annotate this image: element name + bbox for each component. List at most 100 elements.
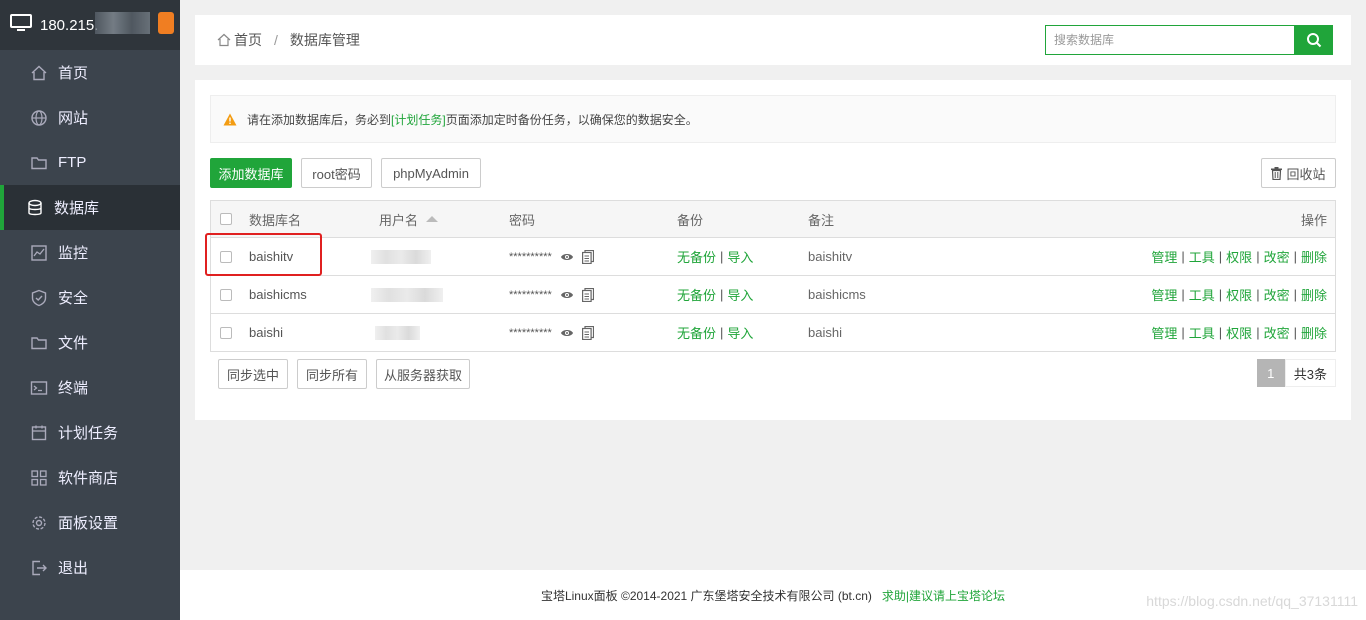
breadcrumb-separator: / <box>274 32 278 48</box>
db-name[interactable]: baishi <box>249 314 283 351</box>
backup-separator: | <box>720 287 724 302</box>
redacted-username <box>371 249 431 264</box>
server-ip: 180.215. <box>40 16 99 34</box>
cron-task-link[interactable]: [计划任务] <box>391 111 446 128</box>
row-checkbox[interactable] <box>220 288 232 301</box>
search-button[interactable] <box>1295 25 1333 55</box>
op-tools-link[interactable]: 工具 <box>1189 323 1215 342</box>
sidebar-item-calendar[interactable]: 计划任务 <box>0 410 180 455</box>
import-link[interactable]: 导入 <box>727 285 753 304</box>
notification-badge[interactable] <box>158 12 174 34</box>
watermark: https://blog.csdn.net/qq_37131111 <box>1146 593 1358 609</box>
eye-icon[interactable] <box>560 290 574 300</box>
copy-icon[interactable] <box>581 325 594 340</box>
search-icon <box>1306 32 1322 48</box>
import-link[interactable]: 导入 <box>727 247 753 266</box>
op-permission-link[interactable]: 权限 <box>1226 247 1252 266</box>
add-database-button[interactable]: 添加数据库 <box>210 158 292 188</box>
row-checkbox[interactable] <box>220 250 232 263</box>
select-all-checkbox[interactable] <box>220 213 232 225</box>
header-name[interactable]: 数据库名 <box>249 201 301 237</box>
sidebar-item-gear[interactable]: 面板设置 <box>0 500 180 545</box>
globe-icon <box>30 109 48 127</box>
op-delete-link[interactable]: 删除 <box>1301 285 1327 304</box>
header-user-label: 用户名 <box>379 212 419 228</box>
op-delete-link[interactable]: 删除 <box>1301 323 1327 342</box>
forum-link[interactable]: 求助|建议请上宝塔论坛 <box>882 587 1005 604</box>
search-input[interactable] <box>1045 25 1295 55</box>
ops-separator: | <box>1293 249 1297 264</box>
breadcrumb-home[interactable]: 首页 <box>217 30 262 50</box>
page-current[interactable]: 1 <box>1256 359 1285 387</box>
folder-icon <box>30 334 48 352</box>
op-manage-link[interactable]: 管理 <box>1151 285 1177 304</box>
op-permission-link[interactable]: 权限 <box>1226 323 1252 342</box>
op-tools-link[interactable]: 工具 <box>1189 247 1215 266</box>
op-manage-link[interactable]: 管理 <box>1151 323 1177 342</box>
op-manage-link[interactable]: 管理 <box>1151 247 1177 266</box>
sidebar-item-database[interactable]: 数据库 <box>0 185 180 230</box>
ops-separator: | <box>1218 287 1223 302</box>
db-name[interactable]: baishicms <box>249 276 307 313</box>
masked-password: ********** <box>509 250 552 263</box>
backup-separator: | <box>720 249 724 264</box>
ops-separator: | <box>1256 287 1260 302</box>
header-user[interactable]: 用户名 <box>379 201 439 237</box>
phpmyadmin-button[interactable]: phpMyAdmin <box>381 158 481 188</box>
table-row: baishicms ********** 无备份 | 导入 baishicms 管理 | 工具 |… <box>211 275 1335 313</box>
recycle-bin-button[interactable]: 回收站 <box>1261 158 1336 188</box>
sidebar-item-terminal[interactable]: 终端 <box>0 365 180 410</box>
sidebar-item-label: FTP <box>58 154 87 171</box>
op-permission-link[interactable]: 权限 <box>1226 285 1252 304</box>
backup-link[interactable]: 无备份 <box>677 323 716 342</box>
sort-up-icon[interactable] <box>426 216 439 222</box>
sidebar-item-folder[interactable]: 文件 <box>0 320 180 365</box>
eye-icon[interactable] <box>560 252 574 262</box>
row-checkbox[interactable] <box>220 326 232 339</box>
sidebar-item-globe[interactable]: 网站 <box>0 95 180 140</box>
recycle-bin-label: 回收站 <box>1286 166 1326 182</box>
sidebar-item-home[interactable]: 首页 <box>0 50 180 95</box>
ops-separator: | <box>1293 287 1297 302</box>
copy-icon[interactable] <box>581 287 594 302</box>
backup-link[interactable]: 无备份 <box>677 285 716 304</box>
backup-link[interactable]: 无备份 <box>677 247 716 266</box>
db-note[interactable]: baishicms <box>808 276 866 313</box>
footer-copyright: 宝塔Linux面板 ©2014-2021 广东堡塔安全技术有限公司 (bt.cn… <box>540 588 872 603</box>
sidebar-item-monitor[interactable]: 监控 <box>0 230 180 275</box>
database-panel: 请在添加数据库后，务必到 [计划任务] 页面添加定时备份任务，以确保您的数据安全… <box>195 80 1351 420</box>
sidebar-item-logout[interactable]: 退出 <box>0 545 180 590</box>
db-name[interactable]: baishitv <box>249 238 293 275</box>
db-note[interactable]: baishitv <box>808 238 852 275</box>
sidebar-item-shield[interactable]: 安全 <box>0 275 180 320</box>
table-row: baishi ********** 无备份 | 导入 baishi 管理 | 工具 | 权限 | 改密 |… <box>211 313 1335 351</box>
sidebar-item-grid[interactable]: 软件商店 <box>0 455 180 500</box>
warning-icon <box>223 113 237 126</box>
masked-password: ********** <box>509 288 552 301</box>
op-tools-link[interactable]: 工具 <box>1189 285 1215 304</box>
sidebar-item-label: 退出 <box>58 560 89 577</box>
sidebar-item-ftp[interactable]: FTP <box>0 140 180 185</box>
search-box <box>1045 25 1333 55</box>
db-note[interactable]: baishi <box>808 314 842 351</box>
fetch-from-server-button[interactable]: 从服务器获取 <box>376 359 470 389</box>
ops-separator: | <box>1181 249 1185 264</box>
op-change-password-link[interactable]: 改密 <box>1264 323 1290 342</box>
breadcrumb-home-label: 首页 <box>234 32 262 48</box>
op-change-password-link[interactable]: 改密 <box>1264 247 1290 266</box>
import-link[interactable]: 导入 <box>727 323 753 342</box>
op-delete-link[interactable]: 删除 <box>1301 247 1327 266</box>
shield-icon <box>30 289 48 307</box>
copy-icon[interactable] <box>581 249 594 264</box>
calendar-icon <box>30 424 48 442</box>
trash-icon <box>1271 166 1283 180</box>
sync-all-button[interactable]: 同步所有 <box>297 359 367 389</box>
root-password-button[interactable]: root密码 <box>301 158 372 188</box>
page-total: 共3条 <box>1284 359 1336 387</box>
sidebar-item-label: 软件商店 <box>58 470 119 487</box>
row-operations: 管理 | 工具 | 权限 | 改密 | 删除 <box>1151 238 1327 275</box>
eye-icon[interactable] <box>560 328 574 338</box>
op-change-password-link[interactable]: 改密 <box>1264 285 1290 304</box>
row-operations: 管理 | 工具 | 权限 | 改密 | 删除 <box>1151 276 1327 313</box>
sync-selected-button[interactable]: 同步选中 <box>218 359 288 389</box>
